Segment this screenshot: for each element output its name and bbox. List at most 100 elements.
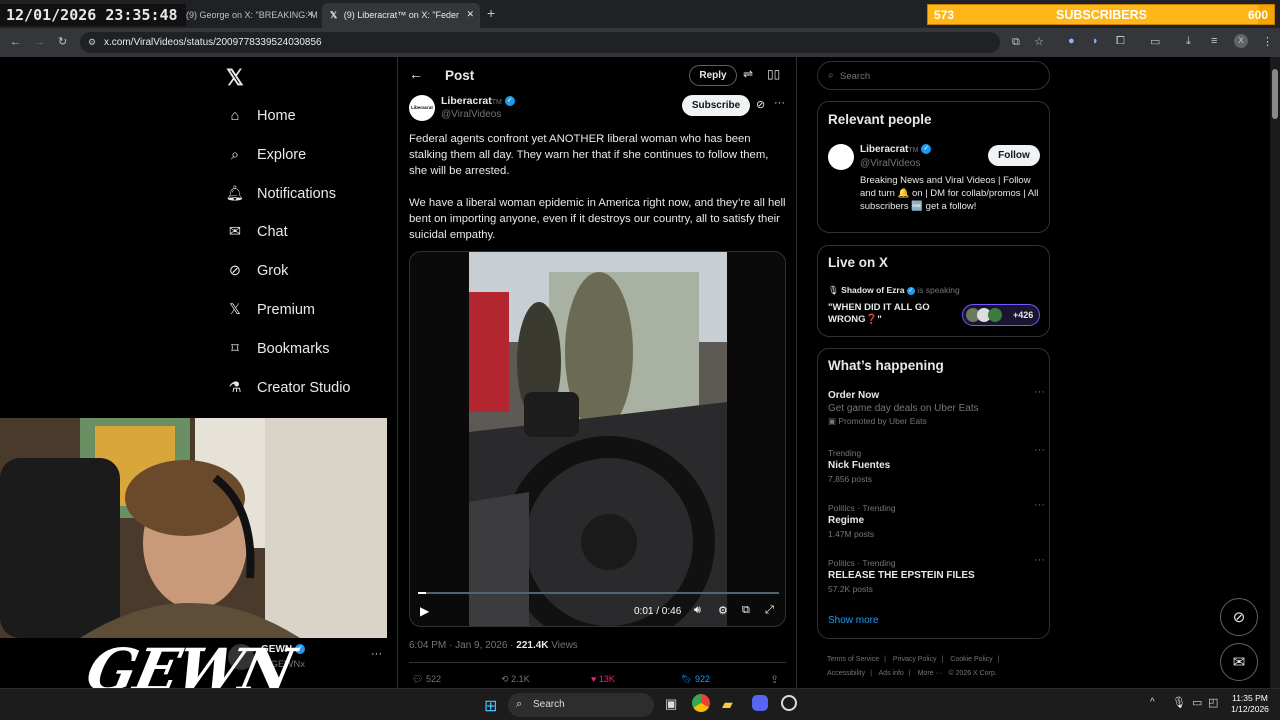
mic-tray-icon[interactable]: 🎙︎ xyxy=(1172,696,1186,709)
show-more-link[interactable]: Show more xyxy=(828,615,879,626)
more-icon[interactable]: ··· xyxy=(371,648,382,660)
person-handle[interactable]: @ViralVideos xyxy=(860,158,920,169)
nav-item-home[interactable]: ⌂ Home xyxy=(227,104,296,128)
footer-link[interactable]: More ··· xyxy=(918,670,943,677)
download-icon[interactable]: ⤓ xyxy=(1186,35,1191,48)
file-explorer-icon[interactable]: ▰ xyxy=(722,696,733,713)
forward-icon[interactable]: → xyxy=(34,36,45,48)
person-name[interactable]: Liberacrat xyxy=(860,144,908,155)
follow-button[interactable]: Follow xyxy=(988,145,1040,166)
repost-action[interactable]: ⟲ 2.1K xyxy=(501,674,530,685)
media-icon[interactable]: ≡ xyxy=(1211,35,1217,47)
more-icon[interactable]: ··· xyxy=(1034,554,1045,566)
footer-link[interactable]: Ads info xyxy=(879,670,904,677)
play-icon[interactable]: ▶ xyxy=(420,604,429,618)
video-player[interactable]: ▶ 0:01 / 0:46 🔊︎ ⚙ ⧉ ⤢ xyxy=(409,251,786,627)
author-avatar[interactable]: Liberacrat xyxy=(409,95,435,121)
close-icon[interactable]: ✕ xyxy=(306,9,314,20)
listeners-pill[interactable]: +426 xyxy=(962,304,1040,326)
taskbar-clock[interactable]: 11:35 PM 1/12/2026 xyxy=(1230,693,1270,715)
new-tab-button[interactable]: + xyxy=(487,5,495,21)
browser-tab-bar: (9) George on X: "BREAKING: M ✕ 𝕏 (9) Li… xyxy=(0,0,1280,28)
discord-icon[interactable] xyxy=(752,695,768,711)
like-action[interactable]: ♥ 13K xyxy=(591,674,615,684)
extensions-puzzle-icon[interactable]: ⧠ xyxy=(1116,35,1125,48)
trend-item[interactable]: Trending Nick Fuentes 7,856 posts ··· xyxy=(828,444,1045,484)
extension-icon[interactable]: ◗ xyxy=(1092,35,1099,47)
windows-start-icon[interactable]: ⊞ xyxy=(484,696,497,716)
more-icon[interactable]: ··· xyxy=(1034,444,1045,456)
more-icon[interactable]: ··· xyxy=(1034,499,1045,511)
listener-count: +426 xyxy=(1013,310,1034,320)
bell-icon: 🔔︎ xyxy=(225,186,245,203)
reply-action[interactable]: 💬︎ 522 xyxy=(412,674,441,685)
share-icon[interactable]: ⇪ xyxy=(770,673,779,686)
trend-item[interactable]: Politics · Trending RELEASE THE EPSTEIN … xyxy=(828,554,1045,594)
extension-icon[interactable]: ● xyxy=(1068,35,1075,47)
footer-link[interactable]: Cookie Policy xyxy=(950,656,992,663)
x-logo-icon[interactable]: 𝕏 xyxy=(226,65,244,91)
nav-item-chat[interactable]: ✉ Chat xyxy=(227,220,288,244)
taskbar-search[interactable]: ⌕ Search xyxy=(508,693,654,717)
nav-item-creator-studio[interactable]: ⚗ Creator Studio xyxy=(227,376,351,400)
footer-link[interactable]: Accessibility xyxy=(827,670,865,677)
author-name[interactable]: Liberacrat xyxy=(441,95,492,107)
display-tray-icon[interactable]: ▭ xyxy=(1192,696,1202,709)
subscribe-button[interactable]: Subscribe xyxy=(682,95,750,116)
trend-item[interactable]: Politics · Trending Regime 1.47M posts ·… xyxy=(828,499,1045,539)
pip-icon[interactable]: ⧉ xyxy=(742,604,750,617)
menu-kebab-icon[interactable]: ⋮ xyxy=(1262,35,1273,48)
more-icon[interactable]: ··· xyxy=(1034,386,1045,398)
space-title[interactable]: "WHEN DID IT ALL GO WRONG❓" xyxy=(828,302,958,326)
settings-icon[interactable]: ⚙ xyxy=(718,604,728,617)
profile-avatar-icon[interactable]: X xyxy=(1234,34,1248,48)
footer-link[interactable]: Terms of Service xyxy=(827,656,879,663)
scrollbar-thumb[interactable] xyxy=(1272,69,1278,119)
nav-item-notifications[interactable]: 🔔︎ Notifications xyxy=(225,182,336,206)
footer-link[interactable]: Privacy Policy xyxy=(893,656,937,663)
install-icon[interactable]: ⧉ xyxy=(1012,36,1020,49)
sidepanel-icon[interactable]: ▭ xyxy=(1150,35,1160,48)
video-progress-track[interactable] xyxy=(418,592,779,594)
reply-button[interactable]: Reply xyxy=(689,65,737,86)
url-field[interactable]: ⚙ x.com/ViralVideos/status/2009778339524… xyxy=(80,32,1000,53)
nav-item-bookmarks[interactable]: ⌑ Bookmarks xyxy=(227,337,329,361)
reply-icon: 💬︎ xyxy=(412,674,424,684)
tray-chevron-icon[interactable]: ^ xyxy=(1150,697,1155,708)
author-handle[interactable]: @ViralVideos xyxy=(441,109,501,120)
back-arrow-icon[interactable]: ← xyxy=(409,66,423,82)
star-icon[interactable]: ☆ xyxy=(1034,35,1044,48)
search-icon: ⌕ xyxy=(230,146,240,163)
grok-fab-button[interactable]: ⊘ xyxy=(1220,598,1258,636)
more-icon[interactable]: ··· xyxy=(774,97,785,109)
task-view-icon[interactable]: ▣ xyxy=(665,696,677,712)
messages-fab-button[interactable]: ✉ xyxy=(1220,643,1258,681)
reload-icon[interactable]: ↻ xyxy=(58,35,67,48)
nav-item-explore[interactable]: ⌕ Explore xyxy=(227,143,306,167)
post-timestamp[interactable]: 6:04 PM · Jan 9, 2026 · xyxy=(409,640,516,651)
network-icon[interactable]: ◰ xyxy=(1208,696,1218,709)
volume-icon[interactable]: 🔊︎ xyxy=(694,604,701,617)
obs-icon[interactable] xyxy=(781,695,797,711)
page-scrollbar[interactable] xyxy=(1270,57,1280,688)
browser-tab[interactable]: (9) George on X: "BREAKING: M ✕ xyxy=(178,3,320,28)
nav-item-grok[interactable]: ⊘ Grok xyxy=(227,259,289,283)
tab-title: (9) George on X: "BREAKING: M xyxy=(186,10,318,20)
reader-icon[interactable]: ▯▯ xyxy=(767,67,780,81)
trend-item-promoted[interactable]: Order Now Get game day deals on Uber Eat… xyxy=(828,386,1045,427)
grok-icon[interactable]: ⊘ xyxy=(756,98,765,111)
bookmark-action[interactable]: 🔖︎ 922 xyxy=(681,674,710,685)
back-icon[interactable]: ← xyxy=(10,36,21,48)
person-avatar[interactable] xyxy=(828,144,854,170)
search-box[interactable]: ⌕ Search xyxy=(817,61,1050,90)
space-host[interactable]: Shadow of Ezra xyxy=(841,285,904,295)
clock-overlay: 12/01/2026 23:35:48 xyxy=(0,4,186,26)
close-icon[interactable]: ✕ xyxy=(466,9,474,20)
nav-item-premium[interactable]: 𝕏 Premium xyxy=(227,298,315,322)
bookmark-icon: 🔖︎ xyxy=(681,674,693,684)
chrome-icon[interactable] xyxy=(692,694,710,712)
browser-tab-active[interactable]: 𝕏 (9) Liberacrat™ on X: "Feder ✕ xyxy=(322,3,480,28)
filter-icon[interactable]: ⇌ xyxy=(743,67,753,81)
site-info-icon[interactable]: ⚙ xyxy=(88,37,96,48)
fullscreen-icon[interactable]: ⤢ xyxy=(765,604,774,617)
